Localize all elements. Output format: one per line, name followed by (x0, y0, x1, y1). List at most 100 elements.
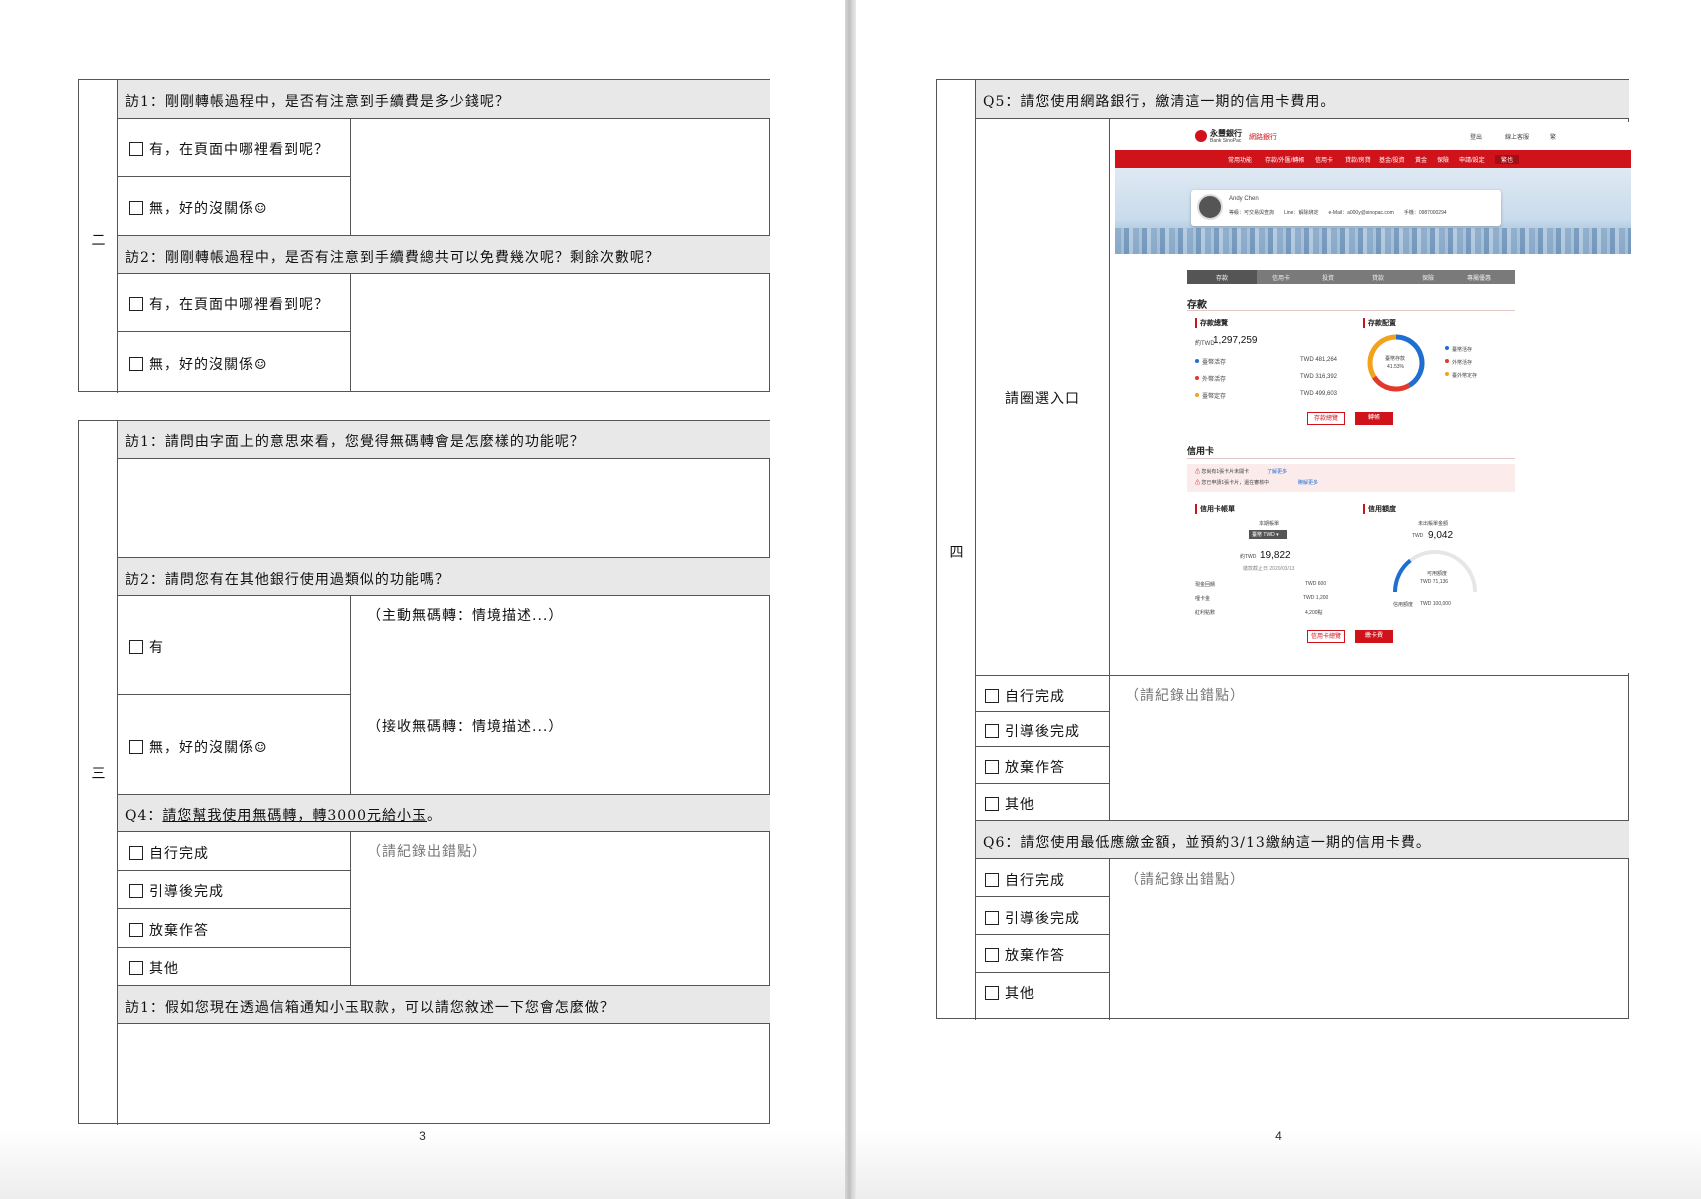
transfer-button[interactable]: 轉帳 (1355, 412, 1393, 425)
scenario-receive-note: （接收無碼轉：情境描述...） (367, 719, 564, 735)
checkbox[interactable] (985, 873, 999, 887)
page-number: 3 (419, 1129, 426, 1143)
checkbox[interactable] (129, 142, 143, 156)
tab-investment[interactable]: 投資 (1322, 273, 1334, 282)
option-abandon[interactable]: 放棄作答 (985, 945, 1065, 965)
nav-item[interactable]: 申請/設定 (1459, 155, 1485, 164)
card-alert-link[interactable]: 瞭解更多 (1298, 479, 1318, 486)
bill-row-name: 現金回饋 (1195, 582, 1216, 588)
bill-row-value: TWD 600 (1305, 581, 1327, 587)
section-two-table: 二 訪1：剛剛轉帳過程中，是否有注意到手續費是多少錢呢？ 有，在頁面中哪裡看到呢… (78, 79, 770, 393)
language-link[interactable]: 繁 (1550, 132, 1556, 141)
checkbox[interactable] (985, 724, 999, 738)
unpaid-value: 9,042 (1428, 530, 1454, 541)
bill-row-name: 紅利點數 (1195, 610, 1216, 616)
option-yes[interactable]: 有 (129, 637, 164, 657)
bank-website-screenshot[interactable]: 永豐銀行 Bank SinoPac 網路銀行 登出 線上客服 繁 常用功能 存款… (1115, 122, 1631, 673)
nav-item[interactable]: 繁也 (1495, 155, 1520, 164)
checkbox[interactable] (985, 760, 999, 774)
main-nav: 常用功能 存款/外匯/轉帳 信用卡 貸款/房貸 基金/投資 黃金 保險 申請/設… (1115, 150, 1631, 168)
tab-offers[interactable]: 專屬優惠 (1467, 273, 1491, 282)
deposit-row-value: TWD 499,603 (1300, 391, 1338, 397)
option-self-complete[interactable]: 自行完成 (985, 870, 1065, 890)
tab-loan[interactable]: 貸款 (1372, 273, 1384, 282)
nav-item[interactable]: 基金/投資 (1379, 155, 1405, 164)
option-yes[interactable]: 有，在頁面中哪裡看到呢？ (129, 139, 329, 159)
checkbox[interactable] (129, 961, 143, 975)
question-header: 訪1：請問由字面上的意思來看，您覺得無碼轉會是怎麼樣的功能呢？ (125, 434, 585, 450)
tab-insurance[interactable]: 保險 (1422, 273, 1434, 282)
checkbox[interactable] (129, 640, 143, 654)
bill-currency-select[interactable]: 臺幣 TWD ▾ (1249, 530, 1287, 539)
page-gutter (845, 0, 856, 1199)
bank-name-en: Bank SinoPac (1210, 138, 1242, 144)
gauge-used-arc (1393, 558, 1412, 593)
checkbox[interactable] (985, 986, 999, 1000)
deposit-allocation-label: 存款配置 (1363, 318, 1396, 328)
option-guided-complete[interactable]: 引導後完成 (129, 881, 224, 901)
option-self-complete[interactable]: 自行完成 (985, 686, 1065, 706)
checkbox[interactable] (985, 911, 999, 925)
option-abandon[interactable]: 放棄作答 (129, 920, 209, 940)
page-3: 二 訪1：剛剛轉帳過程中，是否有注意到手續費是多少錢呢？ 有，在頁面中哪裡看到呢… (0, 0, 845, 1199)
section-three-table: 三 訪1：請問由字面上的意思來看，您覺得無碼轉會是怎麼樣的功能呢？ 訪2：請問您… (78, 420, 770, 1125)
deposit-total: 1,297,259 (1213, 335, 1258, 346)
record-errors-hint: （請紀錄出錯點） (1125, 872, 1245, 888)
checkbox[interactable] (129, 846, 143, 860)
option-guided-complete[interactable]: 引導後完成 (985, 908, 1080, 928)
tab-credit-card[interactable]: 信用卡 (1272, 273, 1290, 282)
credit-limit-label: 信用額度 (1363, 504, 1396, 514)
checkbox[interactable] (129, 357, 143, 371)
deposit-row-value: TWD 481,264 (1300, 357, 1338, 363)
nav-item[interactable]: 信用卡 (1315, 155, 1333, 164)
nav-item[interactable]: 黃金 (1415, 155, 1427, 164)
checkbox[interactable] (129, 884, 143, 898)
nav-item[interactable]: 貸款/房貸 (1345, 155, 1371, 164)
option-no[interactable]: 無，好的沒關係☺ (129, 198, 268, 218)
online-service-link[interactable]: 線上客服 (1505, 132, 1529, 141)
user-name: Andy Chen (1229, 196, 1259, 202)
card-bill-label: 信用卡帳單 (1195, 504, 1235, 514)
option-abandon[interactable]: 放棄作答 (985, 757, 1065, 777)
option-other[interactable]: 其他 (985, 983, 1035, 1003)
deposit-overview-button[interactable]: 存款總覽 (1307, 412, 1345, 425)
donut-legend-item: 臺外幣定存 (1445, 372, 1477, 379)
option-no[interactable]: 無，好的沒關係☺ (129, 354, 268, 374)
option-other[interactable]: 其他 (129, 958, 179, 978)
option-other[interactable]: 其他 (985, 794, 1035, 814)
option-no[interactable]: 無，好的沒關係☺ (129, 737, 268, 757)
logout-link[interactable]: 登出 (1470, 132, 1482, 141)
checkbox[interactable] (129, 201, 143, 215)
donut-legend-item: 臺幣活存 (1445, 346, 1472, 353)
scenario-active-note: （主動無碼轉：情境描述...） (367, 608, 564, 624)
question-header: Q5：請您使用網路銀行，繳清這一期的信用卡費用。 (983, 94, 1336, 110)
checkbox[interactable] (129, 740, 143, 754)
checkbox[interactable] (985, 948, 999, 962)
deposit-row-value: TWD 316,392 (1300, 374, 1338, 380)
deposit-row-name: 外幣活存 (1195, 374, 1226, 383)
checkbox[interactable] (985, 689, 999, 703)
card-alert: ⚠ 您尚有1張卡片未開卡 (1195, 469, 1250, 475)
tab-deposit[interactable]: 存款 (1187, 270, 1257, 284)
pay-card-button[interactable]: 繳卡費 (1355, 630, 1393, 643)
option-self-complete[interactable]: 自行完成 (129, 843, 209, 863)
card-alert-link[interactable]: 了解更多 (1267, 468, 1287, 475)
question-header: 訪1：剛剛轉帳過程中，是否有注意到手續費是多少錢呢？ (125, 94, 510, 110)
donut-center-value: 41.53% (1387, 364, 1404, 370)
bill-currency: 約TWD (1240, 554, 1257, 560)
deposit-allocation-donut (1367, 334, 1425, 392)
checkbox[interactable] (129, 297, 143, 311)
bill-due-date: 繳款截止日 2020/03/13 (1243, 566, 1295, 572)
deposit-section-title: 存款 (1187, 300, 1207, 311)
deposit-overview-label: 存款總覽 (1195, 318, 1228, 328)
option-yes[interactable]: 有，在頁面中哪裡看到呢？ (129, 294, 329, 314)
checkbox[interactable] (129, 923, 143, 937)
nav-item[interactable]: 保險 (1437, 155, 1449, 164)
option-guided-complete[interactable]: 引導後完成 (985, 721, 1080, 741)
record-errors-hint: （請紀錄出錯點） (1125, 688, 1245, 704)
card-alert: ⚠ 您已申請1張卡片，還在審核中 (1195, 480, 1270, 486)
card-overview-button[interactable]: 信用卡總覽 (1307, 630, 1345, 643)
nav-item[interactable]: 常用功能 (1228, 155, 1252, 164)
nav-item[interactable]: 存款/外匯/轉帳 (1265, 155, 1304, 164)
checkbox[interactable] (985, 797, 999, 811)
